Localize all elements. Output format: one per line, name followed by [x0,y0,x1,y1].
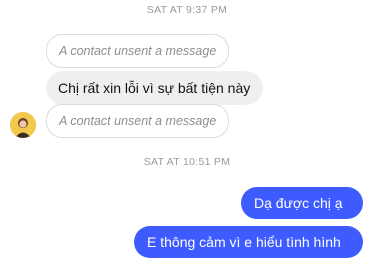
unsent-message-notice[interactable]: A contact unsent a message [46,34,229,68]
avatar-image [10,112,36,138]
timestamp-top: SAT AT 9:37 PM [146,4,228,16]
incoming-message-bubble[interactable]: Chị rất xin lỗi vì sự bất tiện này [46,71,263,105]
outgoing-message-bubble[interactable]: Dạ được chị ạ [241,187,363,219]
contact-avatar-icon[interactable] [10,112,36,138]
unsent-message-notice-2[interactable]: A contact unsent a message [46,104,229,138]
timestamp-bottom: SAT AT 10:51 PM [143,156,231,168]
outgoing-message-bubble-2[interactable]: E thông cảm vì e hiểu tình hình [134,226,363,258]
